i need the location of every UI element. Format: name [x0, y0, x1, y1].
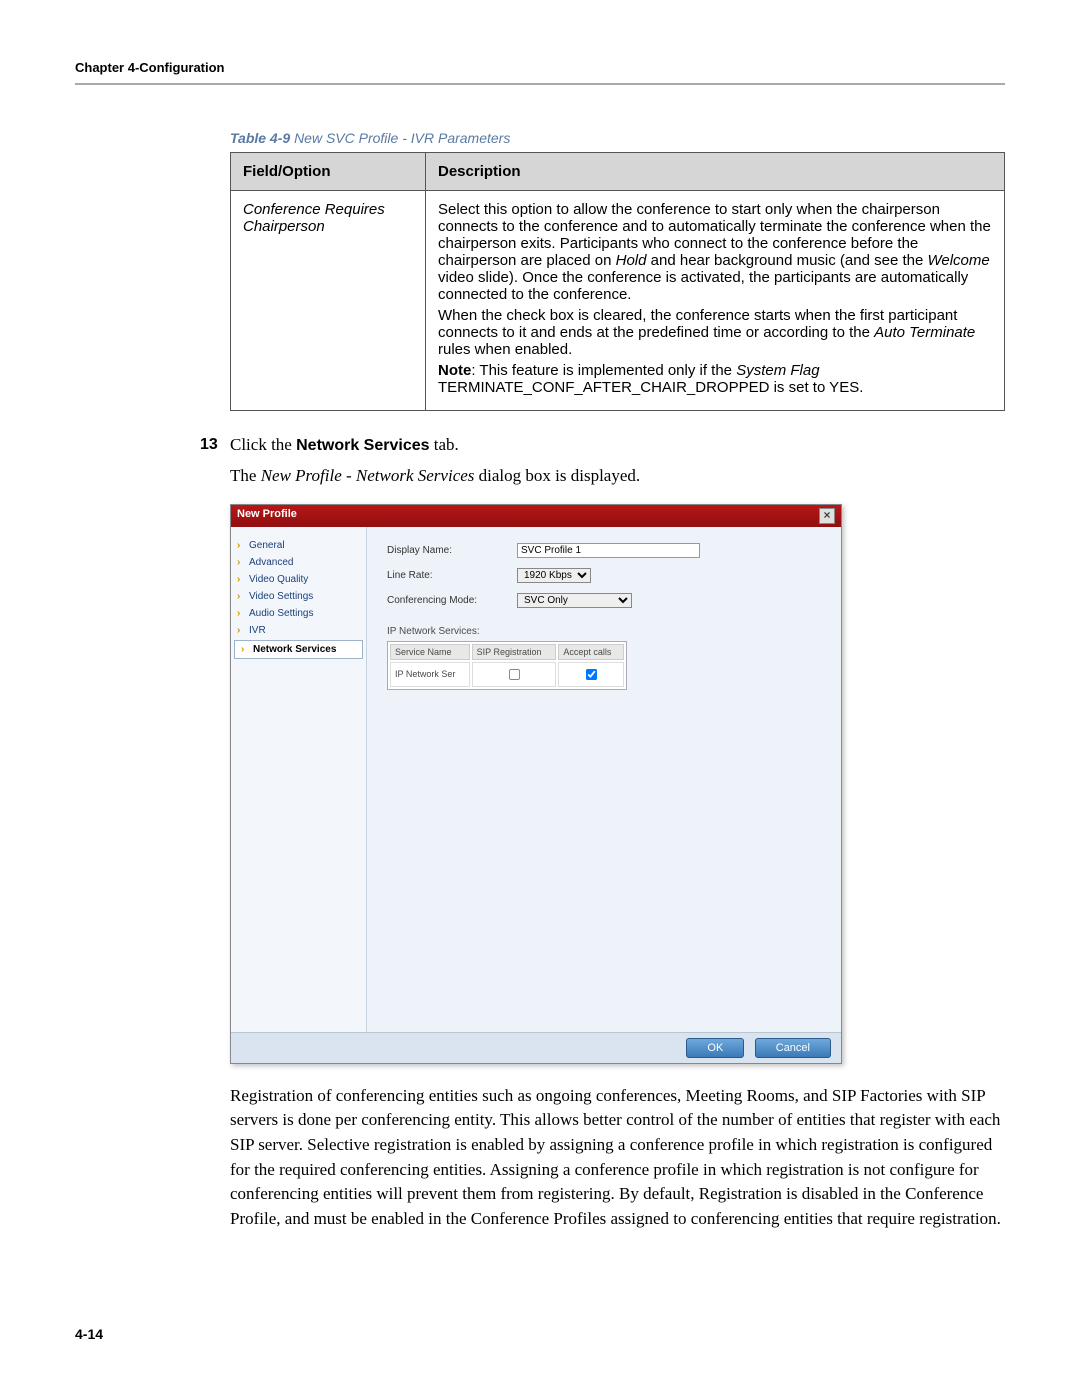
th-sip-registration: SIP Registration [472, 644, 557, 660]
table-caption-title: New SVC Profile - IVR Parameters [294, 130, 510, 146]
sidebar-item-video-quality[interactable]: Video Quality [231, 571, 366, 588]
sip-registration-checkbox[interactable] [509, 669, 520, 680]
conf-mode-label: Conferencing Mode: [387, 595, 517, 606]
th-desc: Description [426, 153, 1005, 191]
instruction-result: The New Profile - Network Services dialo… [230, 466, 1005, 486]
sidebar-item-advanced[interactable]: Advanced [231, 554, 366, 571]
th-field: Field/Option [231, 153, 426, 191]
ok-button[interactable]: OK [686, 1038, 744, 1058]
conf-mode-select[interactable]: SVC Only [517, 593, 632, 608]
field-option-name: Conference Requires Chairperson [243, 201, 385, 235]
header-rule [75, 83, 1005, 85]
service-name-cell: IP Network Ser [390, 662, 470, 687]
dialog-title: New Profile [237, 508, 297, 524]
step-number: 13 [200, 433, 218, 456]
line-rate-select[interactable]: 1920 Kbps [517, 568, 591, 583]
dialog-titlebar: New Profile × [231, 505, 841, 527]
sidebar-item-audio-settings[interactable]: Audio Settings [231, 605, 366, 622]
table-row: IP Network Ser [390, 662, 624, 687]
body-paragraph: Registration of conferencing entities su… [230, 1084, 1005, 1232]
line-rate-label: Line Rate: [387, 570, 517, 581]
new-profile-dialog: New Profile × General Advanced Video Qua… [230, 504, 842, 1064]
ip-network-label: IP Network Services: [387, 626, 821, 637]
sidebar-item-network-services[interactable]: Network Services [234, 640, 363, 659]
th-service-name: Service Name [390, 644, 470, 660]
cancel-button[interactable]: Cancel [755, 1038, 831, 1058]
field-description: Select this option to allow the conferen… [426, 191, 1005, 411]
sidebar-item-ivr[interactable]: IVR [231, 622, 366, 639]
ip-network-services-table: Service Name SIP Registration Accept cal… [387, 641, 627, 690]
close-icon[interactable]: × [819, 508, 835, 524]
sidebar-item-general[interactable]: General [231, 537, 366, 554]
accept-calls-checkbox[interactable] [586, 669, 597, 680]
ivr-parameters-table: Field/Option Description Conference Requ… [230, 152, 1005, 411]
table-row: Conference Requires Chairperson Select t… [231, 191, 1005, 411]
display-name-label: Display Name: [387, 545, 517, 556]
dialog-button-bar: OK Cancel [231, 1032, 841, 1063]
chapter-header: Chapter 4-Configuration [75, 60, 1005, 75]
dialog-sidebar: General Advanced Video Quality Video Set… [231, 527, 367, 1032]
instruction-step: 13 Click the Network Services tab. [230, 433, 1005, 458]
page-number: 4-14 [75, 1326, 103, 1342]
display-name-input[interactable] [517, 543, 700, 558]
table-caption: Table 4-9 New SVC Profile - IVR Paramete… [230, 130, 1005, 146]
sidebar-item-video-settings[interactable]: Video Settings [231, 588, 366, 605]
dialog-main: Display Name: Line Rate: 1920 Kbps Confe… [367, 527, 841, 1032]
table-caption-label: Table 4-9 [230, 130, 290, 146]
th-accept-calls: Accept calls [558, 644, 624, 660]
